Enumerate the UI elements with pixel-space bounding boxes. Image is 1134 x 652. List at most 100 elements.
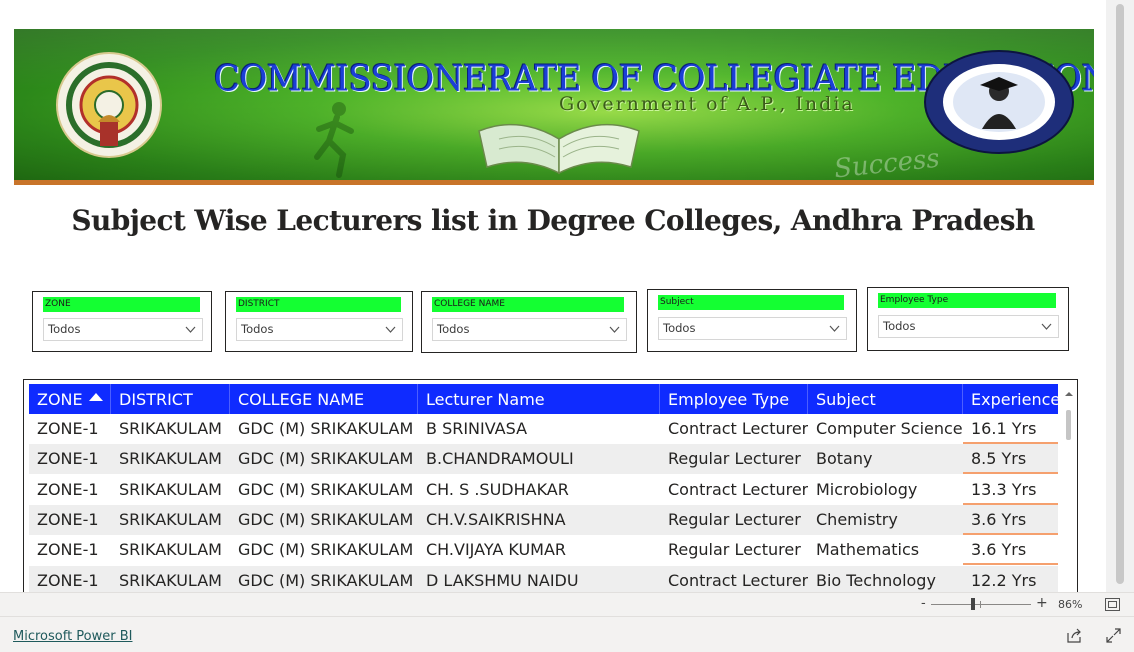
zoom-slider-track[interactable] (931, 604, 1031, 605)
slicer-employee-type[interactable]: Employee Type Todos (867, 287, 1069, 351)
cell-zone: ZONE-1 (37, 570, 99, 590)
cell-zone: ZONE-1 (37, 419, 99, 438)
column-header-district[interactable]: DISTRICT (111, 384, 230, 414)
slicer-college-name-value: Todos (437, 322, 470, 336)
chevron-down-icon (385, 326, 396, 333)
cell-lecturer-name: D LAKSHMU NAIDU (426, 570, 579, 590)
table-row[interactable]: ZONE-1 SRIKAKULAM GDC (M) SRIKAKULAM B.CHAN… (29, 444, 1058, 475)
cce-seal-icon (924, 50, 1074, 154)
sort-ascending-icon (89, 393, 103, 401)
cell-experience: 12.2 Yrs (963, 566, 1058, 593)
slicer-college-name-label: COLLEGE NAME (432, 297, 624, 312)
table-row[interactable]: ZONE-1 SRIKAKULAM GDC (M) SRIKAKULAM CH. S … (29, 475, 1058, 505)
cell-district: SRIKAKULAM (119, 540, 222, 560)
slicer-subject-value: Todos (663, 321, 696, 335)
column-header-zone-label: ZONE (37, 390, 83, 409)
slicer-zone-value: Todos (48, 322, 81, 336)
chevron-down-icon (829, 325, 840, 332)
cell-employee-type: Regular Lecturer (668, 449, 801, 469)
slicer-subject-label: Subject (658, 295, 844, 310)
cell-lecturer-name: CH.VIJAYA KUMAR (426, 540, 567, 560)
lecturers-table: ZONE DISTRICT COLLEGE NAME Lecturer Name… (23, 379, 1078, 592)
cell-subject: Mathematics (816, 540, 920, 560)
slicer-employee-type-label: Employee Type (878, 293, 1056, 308)
column-header-employee-type[interactable]: Employee Type (660, 384, 808, 414)
power-bi-link[interactable]: Microsoft Power BI (13, 629, 132, 644)
slicer-employee-type-dropdown[interactable]: Todos (878, 315, 1059, 338)
slicer-district-value: Todos (241, 322, 274, 336)
fullscreen-icon[interactable] (1106, 628, 1121, 643)
slicer-subject-dropdown[interactable]: Todos (658, 317, 847, 340)
table-row[interactable]: ZONE-1 SRIKAKULAM GDC (M) SRIKAKULAM B SRIN… (29, 414, 1058, 444)
cell-district: SRIKAKULAM (119, 570, 222, 590)
cell-zone: ZONE-1 (37, 449, 99, 469)
cell-employee-type: Contract Lecturer (668, 419, 808, 438)
column-header-subject[interactable]: Subject (808, 384, 963, 414)
chevron-down-icon (609, 326, 620, 333)
table-scroll-thumb[interactable] (1066, 410, 1071, 440)
column-header-experience[interactable]: Experience (963, 384, 1060, 414)
cell-experience: 13.3 Yrs (963, 475, 1058, 505)
column-header-lecturer-name[interactable]: Lecturer Name (418, 384, 660, 414)
cell-experience: 3.6 Yrs (963, 535, 1058, 566)
column-header-college-name[interactable]: COLLEGE NAME (230, 384, 418, 414)
cell-lecturer-name: B SRINIVASA (426, 419, 528, 438)
cell-district: SRIKAKULAM (119, 419, 222, 438)
cell-college-name: GDC (M) SRIKAKULAM (238, 479, 414, 499)
zoom-default-tick (980, 601, 981, 608)
share-icon[interactable] (1066, 628, 1082, 643)
zoom-in-button[interactable]: + (1036, 595, 1048, 611)
header-banner: COMMISSIONERATE OF COLLEGIATE EDUCATION … (14, 29, 1094, 185)
report-canvas: COMMISSIONERATE OF COLLEGIATE EDUCATION … (0, 0, 1106, 592)
table-row[interactable]: ZONE-1 SRIKAKULAM GDC (M) SRIKAKULAM D LAKS… (29, 565, 1058, 593)
zoom-bar: - + 86% (0, 592, 1134, 616)
table-row[interactable]: ZONE-1 SRIKAKULAM GDC (M) SRIKAKULAM CH.V.S… (29, 504, 1058, 535)
fit-to-page-icon[interactable] (1105, 598, 1120, 611)
scroll-up-icon[interactable] (1064, 390, 1074, 398)
cell-subject: Botany (816, 449, 873, 469)
slicer-district-label: DISTRICT (236, 297, 401, 312)
cell-zone: ZONE-1 (37, 540, 99, 560)
page-scrollbar[interactable] (1106, 0, 1134, 592)
power-bi-report-viewer: COMMISSIONERATE OF COLLEGIATE EDUCATION … (0, 0, 1134, 652)
chevron-down-icon (1041, 323, 1052, 330)
cell-employee-type: Regular Lecturer (668, 509, 801, 529)
cell-zone: ZONE-1 (37, 479, 99, 499)
cell-subject: Microbiology (816, 479, 918, 499)
zoom-out-button[interactable]: - (921, 596, 926, 611)
chevron-down-icon (185, 326, 196, 333)
cell-college-name: GDC (M) SRIKAKULAM (238, 449, 414, 469)
ap-emblem-icon (56, 52, 162, 158)
slicer-zone[interactable]: ZONE Todos (32, 291, 212, 352)
cell-zone: ZONE-1 (37, 509, 99, 529)
open-book-icon (478, 123, 640, 175)
page-title: Subject Wise Lecturers list in Degree Co… (71, 204, 1035, 237)
cell-college-name: GDC (M) SRIKAKULAM (238, 570, 414, 590)
slicer-zone-dropdown[interactable]: Todos (43, 318, 203, 341)
slicer-district-dropdown[interactable]: Todos (236, 318, 403, 341)
zoom-level: 86% (1058, 598, 1083, 611)
cell-lecturer-name: CH.V.SAIKRISHNA (426, 509, 566, 529)
page-scroll-thumb[interactable] (1116, 4, 1124, 584)
cell-experience: 16.1 Yrs (963, 414, 1058, 444)
cell-district: SRIKAKULAM (119, 449, 222, 469)
cell-district: SRIKAKULAM (119, 509, 222, 529)
slicer-employee-type-value: Todos (883, 319, 916, 333)
slicer-subject[interactable]: Subject Todos (647, 289, 857, 352)
table-row[interactable]: ZONE-1 SRIKAKULAM GDC (M) SRIKAKULAM CH.VIJ… (29, 535, 1058, 566)
column-header-zone[interactable]: ZONE (29, 384, 111, 414)
slicer-district[interactable]: DISTRICT Todos (225, 291, 413, 352)
cell-experience: 8.5 Yrs (963, 444, 1058, 475)
footer-bar: Microsoft Power BI (0, 616, 1134, 652)
cell-college-name: GDC (M) SRIKAKULAM (238, 419, 414, 438)
cell-lecturer-name: B.CHANDRAMOULI (426, 449, 574, 469)
runner-icon (314, 102, 354, 178)
slicer-college-name-dropdown[interactable]: Todos (432, 318, 627, 341)
cell-lecturer-name: CH. S .SUDHAKAR (426, 479, 569, 499)
table-scrollbar[interactable] (1063, 386, 1075, 592)
slicer-college-name[interactable]: COLLEGE NAME Todos (421, 291, 637, 353)
cell-employee-type: Contract Lecturer (668, 570, 808, 590)
cell-college-name: GDC (M) SRIKAKULAM (238, 509, 414, 529)
cell-employee-type: Contract Lecturer (668, 479, 808, 499)
zoom-slider-thumb[interactable] (971, 598, 975, 610)
